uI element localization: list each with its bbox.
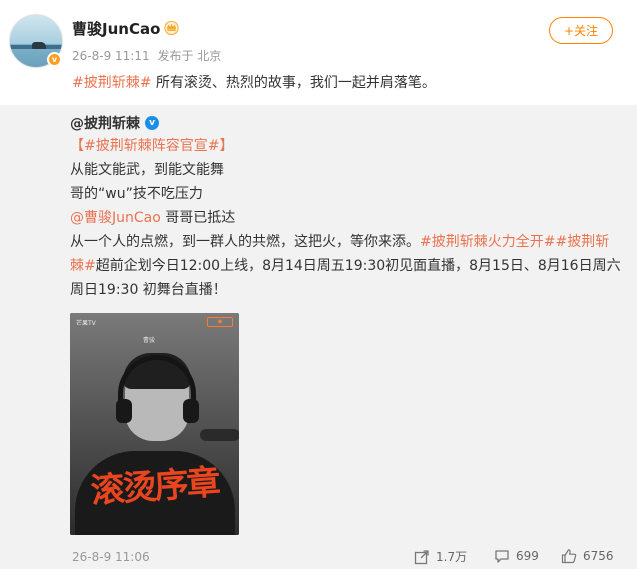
- repost-para-line-2: 棘#超前企划今日12:00上线，8月14日周五19:30初见面直播，8月15日、…: [70, 254, 621, 278]
- follow-label: +关注: [563, 24, 599, 38]
- mention-link[interactable]: @曹骏JunCao: [70, 210, 161, 226]
- share-button[interactable]: 1.7万: [414, 548, 467, 565]
- avatar-horse: [32, 42, 46, 49]
- like-count: 6756: [583, 549, 614, 563]
- post-time[interactable]: 26-8-9 11:11: [72, 49, 150, 63]
- repost-topic-fire[interactable]: #披荆斩棘火力全开#: [420, 234, 555, 250]
- repost-topic-jingji-a[interactable]: #披荆斩: [555, 234, 609, 250]
- poster-name: 曹骏: [143, 337, 156, 344]
- repost-time[interactable]: 26-8-9 11:06: [72, 550, 150, 564]
- thumbs-up-icon: [561, 549, 577, 564]
- poster-logo: 芒果TV: [76, 320, 96, 327]
- repost-mention-line: @曹骏JunCao 哥哥已抵达: [70, 206, 610, 230]
- repost-line-1: 从能文能武，到能文能舞: [70, 162, 224, 178]
- post-meta: 26-8-9 11:11 发布于 北京: [72, 47, 225, 64]
- repost-line-2: 哥的“wu”技不吃压力: [70, 186, 203, 202]
- mention-tail: 哥哥已抵达: [160, 210, 236, 226]
- repost-card: @披荆斩棘 v 【#披荆斩棘阵容官宣#】 从能文能武，到能文能舞 哥的“wu”技…: [70, 112, 621, 302]
- headphone-cup-left: [116, 399, 132, 423]
- follow-button[interactable]: +关注: [549, 17, 613, 44]
- repost-para-end: 超前企划今日12:00上线，8月14日周五19:30初见面直播，8月15日、8月…: [95, 258, 621, 274]
- verified-badge-icon: v: [47, 52, 62, 67]
- post-body: 所有滚烫、热烈的故事，我们一起并肩落笔。: [151, 75, 436, 91]
- blue-verified-icon: v: [145, 116, 159, 130]
- username[interactable]: 曹骏JunCao: [72, 18, 160, 39]
- repost-para-line-3: 周日19:30 初舞台直播！: [70, 282, 227, 298]
- share-icon: [414, 549, 429, 564]
- repost-footer: 26-8-9 11:06 1.7万 699 6756: [0, 540, 637, 569]
- like-button[interactable]: 6756: [561, 548, 614, 564]
- topic-link[interactable]: #披荆斩棘#: [72, 75, 151, 91]
- post-source: 发布于 北京: [157, 49, 222, 63]
- comment-icon: [495, 550, 509, 563]
- post-text: #披荆斩棘# 所有滚烫、热烈的故事，我们一起并肩落笔。: [72, 72, 436, 92]
- microphone-icon: [200, 429, 239, 441]
- headphone-cup-right: [183, 399, 199, 423]
- comment-count: 699: [516, 549, 539, 563]
- original-post: v 曹骏JunCao 26-8-9 11:11 发布于 北京 +关注 #披荆斩棘…: [0, 0, 637, 105]
- repost-author[interactable]: @披荆斩棘: [70, 113, 140, 133]
- comment-button[interactable]: 699: [494, 548, 539, 564]
- repost-author-row: @披荆斩棘 v: [70, 112, 610, 134]
- crown-icon: [164, 20, 179, 35]
- repost-topic-announce[interactable]: 【#披荆斩棘阵容官宣#】: [70, 138, 233, 154]
- repost-para-start: 从一个人的点燃，到一群人的共燃，这把火，等你来添。: [70, 234, 420, 250]
- poster-badge-icon: ◆: [207, 317, 233, 327]
- repost-topic-jingji-b[interactable]: 棘#: [70, 258, 96, 274]
- repost-tag-line: 【#披荆斩棘阵容官宣#】: [70, 134, 610, 158]
- poster-image[interactable]: 芒果TV ◆ 曹骏 滚烫序章: [70, 313, 239, 535]
- repost-para-line-1: 从一个人的点燃，到一群人的共燃，这把火，等你来添。#披荆斩棘火力全开##披荆斩: [70, 230, 610, 254]
- share-count: 1.7万: [436, 550, 468, 564]
